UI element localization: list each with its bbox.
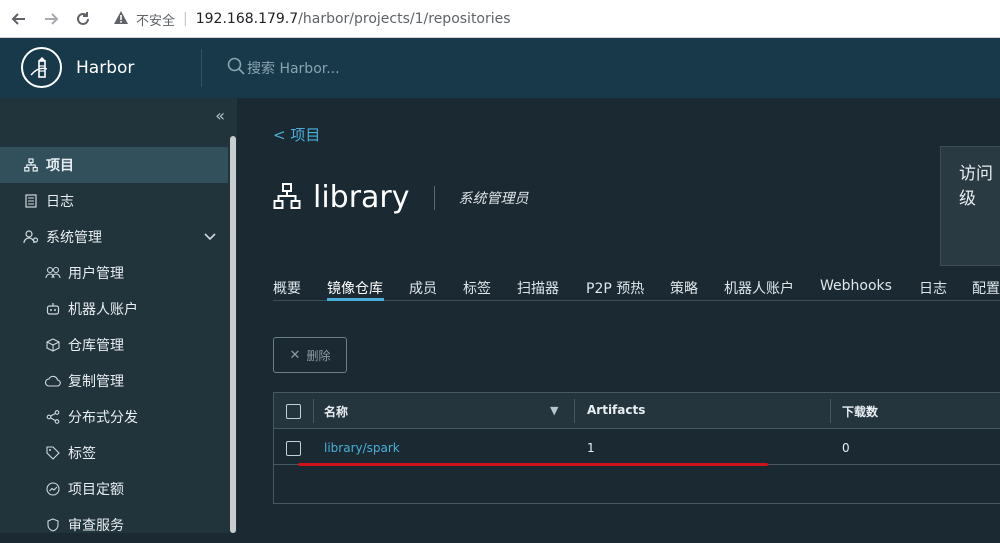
project-icon (273, 182, 301, 214)
replication-icon (44, 375, 62, 387)
sidebar-item-registries[interactable]: 仓库管理 (0, 327, 228, 363)
access-level-label: 访问级 (959, 164, 993, 209)
repository-name-link[interactable]: library/spark (324, 441, 400, 455)
project-tabs: 概要 镜像仓库 成员 标签 扫描器 P2P 预热 策略 机器人账户 Webhoo… (273, 274, 1000, 301)
global-search[interactable]: 搜索 Harbor... (227, 57, 340, 79)
close-icon: ✕ (289, 347, 301, 363)
sidebar-scrollbar-thumb[interactable] (230, 136, 236, 533)
sidebar-item-distribution[interactable]: 分布式分发 (0, 399, 228, 435)
sidebar-item-robots[interactable]: 机器人账户 (0, 291, 228, 327)
reload-icon[interactable] (70, 6, 96, 32)
chevron-down-icon[interactable] (204, 229, 216, 245)
column-header-artifacts[interactable]: Artifacts (587, 403, 645, 417)
sidebar-item-label: 用户管理 (68, 266, 124, 282)
tab-p2p-preheat[interactable]: P2P 预热 (586, 278, 644, 298)
sidebar-item-labels[interactable]: 标签 (0, 435, 228, 471)
page-title-row: library 系统管理员 (273, 180, 529, 215)
quota-icon (44, 482, 62, 496)
tab-labels[interactable]: 标签 (463, 278, 491, 298)
url-path: /harbor/projects/1/repositories (298, 11, 511, 27)
column-header-downloads[interactable]: 下载数 (842, 403, 878, 420)
users-icon (44, 266, 62, 280)
artifacts-count: 1 (587, 441, 595, 455)
app-header: Harbor 搜索 Harbor... (0, 38, 1000, 98)
filter-icon[interactable]: ▼ (550, 404, 558, 417)
search-input[interactable]: 搜索 Harbor... (247, 58, 340, 78)
tab-logs[interactable]: 日志 (919, 278, 947, 298)
brand-name[interactable]: Harbor (76, 58, 134, 78)
url-host: 192.168.179.7 (195, 11, 299, 27)
logs-icon (22, 194, 40, 208)
browser-toolbar: 不安全 | 192.168.179.7 /harbor/projects/1/r… (0, 0, 1000, 38)
delete-button-label: 删除 (306, 348, 331, 363)
sidebar-item-label: 分布式分发 (68, 410, 138, 426)
title-divider (433, 185, 435, 210)
security-label[interactable]: 不安全 (136, 10, 175, 29)
tab-webhooks[interactable]: Webhooks (820, 278, 892, 294)
sidebar-item-label: 审查服务 (68, 518, 124, 534)
sidebar-item-replication[interactable]: 复制管理 (0, 363, 228, 399)
column-divider[interactable] (574, 399, 575, 423)
header-divider (201, 49, 202, 87)
harbor-logo-icon[interactable] (21, 47, 62, 88)
sidebar-item-label: 标签 (68, 446, 96, 462)
url-divider: | (183, 11, 188, 27)
sidebar-item-interrogation[interactable]: 审查服务 (0, 507, 228, 543)
page-title: library (313, 180, 410, 215)
tab-robot-accounts[interactable]: 机器人账户 (724, 278, 794, 298)
active-tab-indicator (327, 298, 384, 301)
projects-icon (22, 158, 40, 172)
role-label: 系统管理员 (458, 190, 529, 207)
delete-button[interactable]: ✕ 删除 (273, 337, 347, 373)
sidebar: « 项目 日志 系统管理 用户管理 机器人账户 仓库管理 复制管理 分布式分发 … (0, 98, 237, 534)
robot-icon (44, 302, 62, 316)
repositories-table: 名称 ▼ Artifacts 下载数 library/spark 1 0 (273, 392, 1000, 504)
tab-members[interactable]: 成员 (409, 278, 437, 298)
back-arrow-icon[interactable] (6, 6, 32, 32)
back-to-projects-link[interactable]: < 项目 (273, 124, 320, 145)
sidebar-item-label: 仓库管理 (68, 338, 124, 354)
table-row: library/spark 1 0 (274, 429, 1000, 465)
registry-icon (44, 338, 62, 352)
search-icon (227, 57, 245, 79)
table-header: 名称 ▼ Artifacts 下载数 (274, 393, 1000, 429)
tab-scanner[interactable]: 扫描器 (517, 278, 559, 298)
sidebar-item-logs[interactable]: 日志 (0, 183, 228, 219)
column-divider (313, 399, 314, 423)
tab-configuration[interactable]: 配置 (972, 278, 1000, 298)
tab-summary[interactable]: 概要 (273, 278, 301, 298)
sidebar-item-label: 系统管理 (46, 230, 102, 246)
warning-icon[interactable] (114, 10, 128, 28)
tab-policy[interactable]: 策略 (670, 278, 698, 298)
admin-icon (22, 230, 40, 244)
shield-icon (44, 518, 62, 532)
row-checkbox[interactable] (286, 441, 301, 456)
tab-repositories[interactable]: 镜像仓库 (327, 278, 383, 298)
address-bar[interactable]: 不安全 | 192.168.179.7 /harbor/projects/1/r… (104, 5, 1000, 33)
column-header-name[interactable]: 名称 (324, 403, 348, 420)
tag-icon (44, 446, 62, 460)
select-all-checkbox[interactable] (286, 404, 301, 419)
main-content: < 项目 library 系统管理员 访问级 概要 镜像仓库 成员 标签 扫描器… (237, 98, 1000, 533)
downloads-count: 0 (842, 441, 850, 455)
sidebar-item-admin[interactable]: 系统管理 (0, 219, 228, 255)
sidebar-item-label: 项目定额 (68, 482, 124, 498)
sidebar-item-label: 机器人账户 (68, 302, 138, 318)
sidebar-item-users[interactable]: 用户管理 (0, 255, 228, 291)
sidebar-item-projects[interactable]: 项目 (0, 147, 228, 183)
access-level-panel: 访问级 (940, 146, 1000, 266)
sidebar-item-label: 项目 (46, 158, 74, 174)
forward-arrow-icon[interactable] (38, 6, 64, 32)
sidebar-item-label: 日志 (46, 194, 74, 210)
column-divider[interactable] (830, 399, 831, 423)
collapse-sidebar-icon[interactable]: « (215, 106, 225, 125)
sidebar-item-quotas[interactable]: 项目定额 (0, 471, 228, 507)
red-annotation-underline (298, 463, 768, 466)
share-icon (44, 410, 62, 424)
sidebar-item-label: 复制管理 (68, 374, 124, 390)
